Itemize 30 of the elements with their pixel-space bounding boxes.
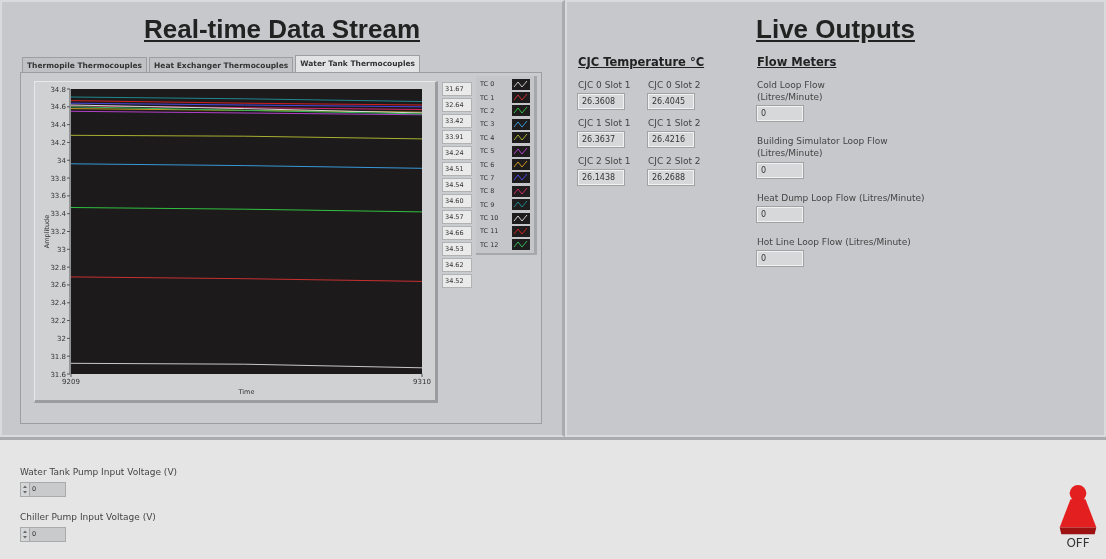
value-field: 26.4216 <box>648 132 694 148</box>
value-field: 0 <box>757 206 803 222</box>
value-field: 0 <box>757 162 803 178</box>
field-label: Chiller Pump Input Voltage (V) <box>20 511 157 524</box>
value-field: 0 <box>757 106 803 122</box>
value-field: 26.3608 <box>578 94 624 110</box>
value-field: 0 <box>757 250 803 266</box>
field-label: CJC 1 Slot 1 <box>578 117 632 130</box>
value-field: 26.1438 <box>578 170 624 186</box>
switch-icon <box>1058 484 1098 536</box>
field-label: CJC 2 Slot 2 <box>648 155 702 168</box>
field-label: CJC 0 Slot 2 <box>648 79 702 92</box>
panel-title: Live Outputs <box>755 14 916 45</box>
section-heading: CJC Temperature °C <box>578 55 706 69</box>
value-field: 26.2688 <box>648 170 694 186</box>
field-label: Hot Line Loop Flow (Litres/Minute) <box>757 235 912 248</box>
field-label: Cold Loop Flow (Litres/Minute) <box>757 79 826 104</box>
section-heading: Flow Meters <box>757 55 838 69</box>
field-label: Heat Dump Loop Flow (Litres/Minute) <box>757 191 925 204</box>
spinner-icon[interactable] <box>20 482 30 498</box>
field-label: Water Tank Pump Input Voltage (V) <box>20 466 178 479</box>
value-field: 26.4045 <box>648 94 694 110</box>
spinner-icon[interactable] <box>20 527 30 543</box>
field-label: CJC 2 Slot 1 <box>578 155 632 168</box>
field-label: CJC 0 Slot 1 <box>578 79 632 92</box>
panel-title: Real-time Data Stream <box>143 14 421 45</box>
power-switch[interactable]: OFF <box>1058 484 1098 550</box>
field-label: Building Simulator Loop Flow (Litres/Minute) <box>757 135 889 160</box>
field-label: CJC 1 Slot 2 <box>648 117 702 130</box>
value-field: 26.3637 <box>578 132 624 148</box>
